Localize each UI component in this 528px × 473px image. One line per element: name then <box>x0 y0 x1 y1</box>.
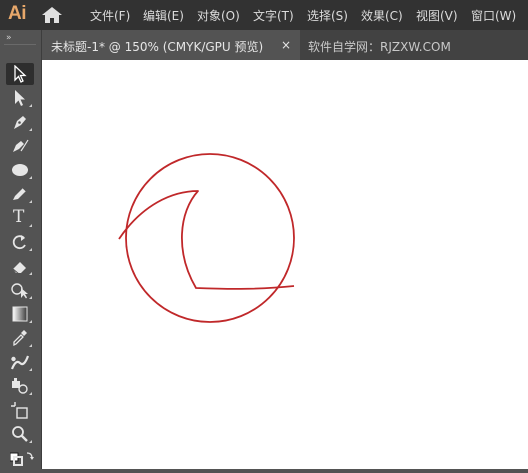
zoom-tool[interactable] <box>6 423 34 445</box>
menu-bar: Ai 文件(F) 编辑(E) 对象(O) 文字(T) 选择(S) 效果(C) 视… <box>0 0 528 30</box>
menu-object[interactable]: 对象(O) <box>197 7 240 24</box>
submenu-indicator-icon <box>29 368 32 371</box>
eyedropper-tool[interactable] <box>6 327 34 349</box>
curvature-icon <box>13 139 29 152</box>
direct-selection-icon <box>15 90 25 106</box>
submenu-indicator-icon <box>29 104 32 107</box>
type-tool[interactable]: T <box>6 207 34 229</box>
submenu-indicator-icon <box>29 176 32 179</box>
tab-close-icon[interactable]: × <box>281 38 291 52</box>
artwork-curved-path[interactable] <box>118 190 295 290</box>
submenu-indicator-icon <box>29 128 32 131</box>
fill-stroke-swap[interactable] <box>6 447 34 469</box>
home-button[interactable] <box>41 6 63 24</box>
home-icon <box>42 7 62 23</box>
eyedropper-icon <box>13 330 27 347</box>
artboard-tool[interactable] <box>6 399 34 421</box>
submenu-indicator-icon <box>29 440 32 443</box>
tab-active-document[interactable]: 未标题-1* @ 150% (CMYK/GPU 预览) × <box>42 30 300 60</box>
document-tab-bar: 未标题-1* @ 150% (CMYK/GPU 预览) × 软件自学网：RJZX… <box>42 30 528 60</box>
symbol-sprayer-icon <box>12 378 28 394</box>
pencil-icon <box>13 187 27 200</box>
artwork-layer <box>118 153 295 323</box>
ellipse-tool[interactable] <box>6 159 34 181</box>
submenu-indicator-icon <box>29 224 32 227</box>
submenu-indicator-icon <box>29 200 32 203</box>
artboard-icon <box>11 402 28 419</box>
menu-window[interactable]: 窗口(W) <box>471 7 516 24</box>
submenu-indicator-icon <box>29 248 32 251</box>
type-icon: T <box>13 207 25 227</box>
tab-title: 未标题-1* @ 150% (CMYK/GPU 预览) <box>51 40 264 54</box>
ellipse-icon <box>12 164 28 176</box>
submenu-indicator-icon <box>29 392 32 395</box>
gradient-tool[interactable] <box>6 303 34 325</box>
selection-tool[interactable] <box>6 63 34 85</box>
panel-divider <box>4 44 36 45</box>
submenu-indicator-icon <box>29 296 32 299</box>
tab-watermark-site: 软件自学网：RJZXW.COM <box>308 40 451 54</box>
artboard-canvas[interactable] <box>42 60 528 469</box>
menu-edit[interactable]: 编辑(E) <box>143 7 184 24</box>
blend-icon <box>10 355 30 370</box>
zoom-icon <box>12 426 28 442</box>
eraser-tool[interactable] <box>6 255 34 277</box>
direct-selection-tool[interactable] <box>6 87 34 109</box>
menu-view[interactable]: 视图(V) <box>416 7 458 24</box>
fill-stroke-icon <box>10 452 34 466</box>
eraser-icon <box>12 262 26 275</box>
selection-arrow-icon <box>14 65 27 83</box>
blend-tool[interactable] <box>6 351 34 373</box>
submenu-indicator-icon <box>29 320 32 323</box>
curvature-tool[interactable] <box>6 135 34 157</box>
collapse-panel-icon[interactable]: » <box>6 33 11 43</box>
menu-select[interactable]: 选择(S) <box>307 7 348 24</box>
menu-file[interactable]: 文件(F) <box>90 7 130 24</box>
shape-builder-icon <box>11 283 28 299</box>
pen-tool[interactable] <box>6 111 34 133</box>
shape-builder-tool[interactable] <box>6 279 34 301</box>
tools-panel: » T <box>0 30 42 469</box>
rotate-tool[interactable] <box>6 231 34 253</box>
symbol-sprayer-tool[interactable] <box>6 375 34 397</box>
pencil-tool[interactable] <box>6 183 34 205</box>
rotate-icon <box>12 235 26 250</box>
pen-icon <box>14 116 26 129</box>
artwork-circle-path[interactable] <box>125 153 295 323</box>
app-logo: Ai <box>8 3 27 24</box>
submenu-indicator-icon <box>29 344 32 347</box>
gradient-icon <box>12 306 28 322</box>
menu-type[interactable]: 文字(T) <box>253 7 294 24</box>
submenu-indicator-icon <box>29 272 32 275</box>
menu-effect[interactable]: 效果(C) <box>361 7 403 24</box>
